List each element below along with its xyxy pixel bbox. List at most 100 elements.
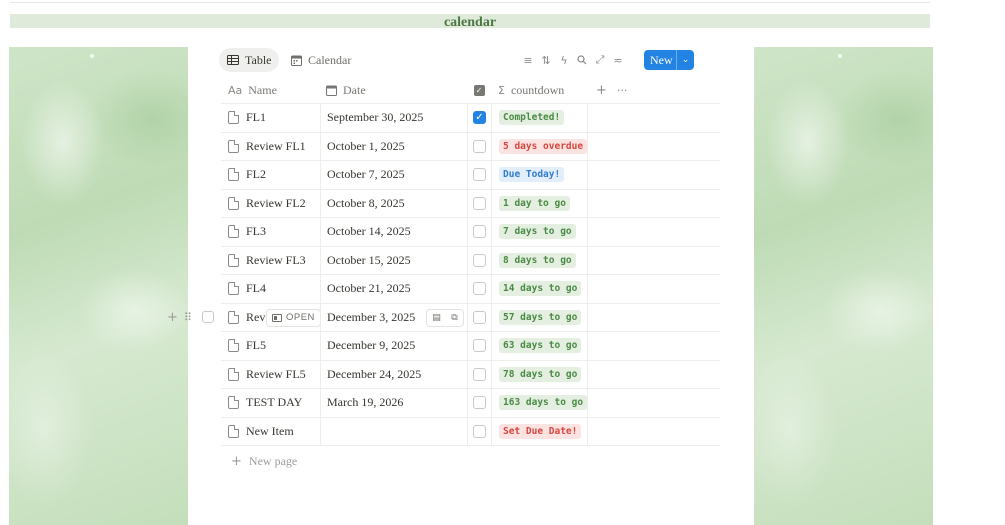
add-property-icon[interactable]: +	[596, 83, 607, 98]
toolbar-icons: ≡ ⇅ ϟ ⤢ ≂	[519, 53, 627, 67]
page-icon	[228, 396, 239, 410]
tab-calendar[interactable]: Calendar	[283, 48, 359, 72]
date-cell[interactable]: December 9, 2025	[320, 332, 467, 360]
filter-icon[interactable]: ≡	[519, 53, 537, 67]
countdown-badge: 1 day to go	[499, 195, 570, 211]
done-checkbox[interactable]	[473, 282, 486, 296]
done-checkbox[interactable]	[473, 339, 486, 353]
date-cell[interactable]: October 8, 2025	[320, 189, 467, 217]
row-date: October 15, 2025	[327, 252, 411, 267]
name-cell[interactable]: Review FL2	[221, 190, 320, 218]
done-checkbox[interactable]	[473, 396, 486, 410]
table-row[interactable]: TEST DAY March 19, 2026 163 days to go	[221, 389, 720, 418]
image-dot	[90, 54, 94, 58]
date-cell[interactable]: September 30, 2025	[320, 104, 467, 132]
date-cell[interactable]: October 14, 2025	[320, 218, 467, 246]
name-cell[interactable]: TEST DAY	[221, 389, 320, 417]
table-row[interactable]: Review FL3 October 15, 2025 8 days to go	[221, 246, 720, 275]
checkbox-cell	[467, 189, 491, 217]
table-row[interactable]: Review FL5 December 24, 2025 78 days to go	[221, 360, 720, 389]
name-cell[interactable]: Review FL1	[221, 133, 320, 161]
new-button[interactable]: New ⌄	[644, 50, 694, 70]
date-cell[interactable]: October 1, 2025	[320, 132, 467, 160]
done-checkbox[interactable]	[473, 367, 486, 381]
countdown-cell: 57 days to go	[491, 303, 588, 331]
automation-icon[interactable]: ϟ	[555, 53, 573, 67]
countdown-badge: 63 days to go	[499, 338, 582, 354]
table-row[interactable]: FL2 October 7, 2025 Due Today!	[221, 161, 720, 190]
table-row[interactable]: FL4 October 21, 2025 14 days to go	[221, 275, 720, 304]
table-row[interactable]: + ⠿ Rev OPEN December 3, 2025 ▤ ⧉ 57 days to go	[167, 303, 720, 332]
table-row[interactable]: Review FL1 October 1, 2025 5 days overdue	[221, 132, 720, 161]
done-checkbox[interactable]	[473, 196, 486, 210]
new-page-button[interactable]: + New page	[231, 454, 297, 469]
countdown-badge: Due Today!	[499, 167, 565, 183]
countdown-badge: 14 days to go	[499, 281, 582, 297]
done-checkbox[interactable]	[473, 225, 486, 239]
date-cell[interactable]	[320, 417, 467, 445]
column-header-name[interactable]: Aa Name	[221, 78, 320, 103]
date-cell[interactable]: December 24, 2025	[320, 360, 467, 388]
table-row[interactable]: New Item Set Due Date!	[221, 417, 720, 446]
top-divider	[10, 2, 930, 3]
done-checkbox[interactable]	[473, 310, 486, 324]
done-checkbox[interactable]	[473, 424, 486, 438]
date-cell[interactable]: October 7, 2025	[320, 161, 467, 189]
countdown-cell: 78 days to go	[491, 360, 588, 388]
name-cell[interactable]: Review FL3	[221, 247, 320, 275]
comment-icon[interactable]: ▤	[432, 313, 441, 323]
row-date: December 24, 2025	[327, 366, 422, 381]
row-date: October 8, 2025	[327, 195, 405, 210]
date-cell[interactable]: March 19, 2026	[320, 389, 467, 417]
row-name: FL5	[246, 338, 267, 353]
name-cell[interactable]: FL3	[221, 218, 320, 246]
name-cell[interactable]: New Item	[221, 418, 320, 446]
open-button[interactable]: OPEN	[266, 308, 321, 327]
settings-icon[interactable]: ≂	[609, 53, 627, 67]
text-property-icon: Aa	[228, 84, 243, 97]
column-header-countdown[interactable]: Σ countdown	[491, 78, 588, 103]
chevron-down-icon[interactable]: ⌄	[677, 55, 694, 65]
row-select-checkbox[interactable]	[201, 311, 214, 324]
more-icon[interactable]: ···	[617, 84, 628, 97]
row-date: December 9, 2025	[327, 338, 416, 353]
countdown-cell: 1 day to go	[491, 189, 588, 217]
name-cell[interactable]: FL1	[221, 104, 320, 132]
done-checkbox[interactable]: ✓	[473, 111, 486, 125]
table-row[interactable]: FL5 December 9, 2025 63 days to go	[221, 332, 720, 361]
column-header-checkbox[interactable]: ✓	[467, 78, 491, 103]
table-row[interactable]: FL3 October 14, 2025 7 days to go	[221, 218, 720, 247]
name-cell[interactable]: FL4	[221, 275, 320, 303]
column-header-date[interactable]: Date	[320, 78, 467, 103]
done-checkbox[interactable]	[473, 139, 486, 153]
name-cell[interactable]: Review FL5	[221, 361, 320, 389]
expand-icon[interactable]: ⤢	[591, 53, 609, 67]
name-cell[interactable]: FL2	[221, 161, 320, 189]
page-icon	[228, 111, 239, 125]
add-row-icon[interactable]: +	[167, 310, 178, 325]
name-cell[interactable]: FL5	[221, 332, 320, 360]
table-icon	[227, 55, 239, 65]
page-title: calendar	[443, 15, 497, 30]
countdown-badge: 5 days overdue	[499, 138, 587, 154]
table-row[interactable]: FL1 September 30, 2025 ✓ Completed!	[221, 104, 720, 133]
row-date: October 21, 2025	[327, 281, 411, 296]
plus-icon: +	[231, 454, 242, 469]
table-row[interactable]: Review FL2 October 8, 2025 1 day to go	[221, 189, 720, 218]
date-cell[interactable]: October 15, 2025	[320, 246, 467, 274]
done-checkbox[interactable]	[473, 168, 486, 182]
countdown-badge: 7 days to go	[499, 224, 576, 240]
row-name: New Item	[246, 423, 294, 438]
date-cell[interactable]: October 21, 2025	[320, 275, 467, 303]
search-icon[interactable]	[573, 53, 591, 67]
drag-handle-icon[interactable]: ⠿	[184, 311, 192, 324]
sort-icon[interactable]: ⇅	[537, 53, 555, 67]
page-icon	[228, 424, 239, 438]
done-checkbox[interactable]	[473, 253, 486, 267]
checkbox-cell	[467, 303, 491, 331]
copy-icon[interactable]: ⧉	[451, 313, 457, 323]
tab-table[interactable]: Table	[219, 48, 280, 72]
row-name: Review FL3	[246, 252, 306, 267]
table-body: FL1 September 30, 2025 ✓ Completed! Review F…	[167, 104, 720, 446]
open-label: OPEN	[286, 312, 315, 323]
